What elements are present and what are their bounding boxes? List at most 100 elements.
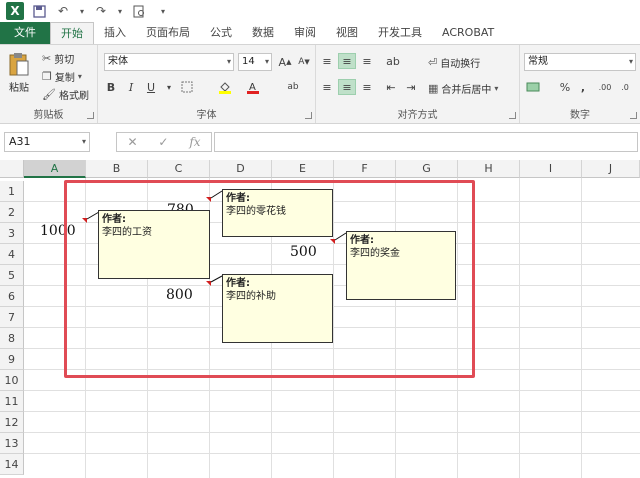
dialog-launcher-icon[interactable]: [87, 112, 94, 119]
shrink-font-button[interactable]: A ▼: [295, 54, 313, 70]
chevron-down-icon[interactable]: ▾: [160, 79, 178, 95]
tab-view[interactable]: 视图: [326, 22, 368, 44]
orientation-button[interactable]: ab: [384, 53, 402, 69]
tab-home[interactable]: 开始: [50, 22, 94, 44]
increase-decimal-button[interactable]: .00: [596, 79, 614, 95]
fill-color-button[interactable]: [216, 79, 234, 95]
row-header-10[interactable]: 10: [0, 370, 24, 391]
cancel-icon[interactable]: ✕: [127, 135, 137, 149]
number-group: 常规 ▾ % , .00 .0 数字: [520, 45, 640, 123]
comma-button[interactable]: ,: [574, 79, 592, 95]
row-header-14[interactable]: 14: [0, 454, 24, 475]
row-header-6[interactable]: 6: [0, 286, 24, 307]
undo-icon[interactable]: ↶: [54, 2, 72, 20]
excel-logo-icon: X: [6, 2, 24, 20]
grow-font-button[interactable]: A ▲: [276, 54, 294, 70]
italic-button[interactable]: I: [122, 79, 140, 95]
column-header-d[interactable]: D: [210, 160, 272, 178]
align-bottom-button[interactable]: ≡: [358, 53, 376, 69]
row-header-8[interactable]: 8: [0, 328, 24, 349]
tab-acrobat[interactable]: ACROBAT: [432, 22, 504, 44]
select-all-corner[interactable]: [0, 160, 24, 178]
align-top-button[interactable]: ≡: [318, 53, 336, 69]
currency-button[interactable]: [524, 79, 542, 95]
gridline: [24, 432, 640, 433]
column-header-a[interactable]: A: [24, 160, 86, 178]
row-header-12[interactable]: 12: [0, 412, 24, 433]
tab-file[interactable]: 文件: [0, 22, 50, 44]
alignment-group: ≡ ≡ ≡ ab ⏎ 自动换行 ≡ ≡ ≡ ⇤ ⇥ ▦ 合并后居中 ▾ 对齐方式: [316, 45, 520, 123]
dialog-launcher-icon[interactable]: [509, 112, 516, 119]
row-header-13[interactable]: 13: [0, 433, 24, 454]
redo-icon[interactable]: ↷: [92, 2, 110, 20]
highlight-rectangle: [64, 180, 475, 378]
quick-access-toolbar: X ↶ ▾ ↷ ▾ ▾: [0, 0, 640, 22]
percent-button[interactable]: %: [556, 79, 574, 95]
gridline: [581, 178, 582, 478]
tab-data[interactable]: 数据: [242, 22, 284, 44]
copy-button[interactable]: ❐ 复制 ▾: [42, 69, 82, 84]
align-middle-button[interactable]: ≡: [338, 53, 356, 69]
bold-button[interactable]: B: [102, 79, 120, 95]
row-header-11[interactable]: 11: [0, 391, 24, 412]
font-name-select[interactable]: 宋体 ▾: [104, 53, 234, 71]
wrap-text-button[interactable]: ⏎ 自动换行: [428, 55, 480, 70]
brush-icon: 🖌: [42, 88, 56, 101]
column-header-i[interactable]: I: [520, 160, 582, 178]
border-button[interactable]: [178, 79, 196, 95]
font-group: 宋体 ▾ 14 ▾ A ▲ A ▼ B I U ▾ A ab 字体: [98, 45, 316, 123]
tab-formulas[interactable]: 公式: [200, 22, 242, 44]
column-header-j[interactable]: J: [582, 160, 640, 178]
cut-label: 剪切: [54, 55, 75, 66]
column-header-g[interactable]: G: [396, 160, 458, 178]
column-header-c[interactable]: C: [148, 160, 210, 178]
row-header-4[interactable]: 4: [0, 244, 24, 265]
column-header-h[interactable]: H: [458, 160, 520, 178]
dialog-launcher-icon[interactable]: [305, 112, 312, 119]
chevron-down-icon: ▾: [226, 57, 231, 66]
tab-developer[interactable]: 开发工具: [368, 22, 432, 44]
cut-button[interactable]: ✂ 剪切: [42, 51, 74, 66]
align-left-button[interactable]: ≡: [318, 79, 336, 95]
row-header-3[interactable]: 3: [0, 223, 24, 244]
row-header-7[interactable]: 7: [0, 307, 24, 328]
row-header-9[interactable]: 9: [0, 349, 24, 370]
number-format-select[interactable]: 常规 ▾: [524, 53, 636, 71]
formula-input[interactable]: [214, 132, 638, 152]
font-size-select[interactable]: 14 ▾: [238, 53, 272, 71]
paste-button[interactable]: 粘贴: [8, 51, 30, 94]
increase-indent-button[interactable]: ⇥: [402, 79, 420, 95]
dialog-launcher-icon[interactable]: [630, 112, 637, 119]
tab-review[interactable]: 审阅: [284, 22, 326, 44]
align-right-button[interactable]: ≡: [358, 79, 376, 95]
column-header-b[interactable]: B: [86, 160, 148, 178]
save-icon[interactable]: [30, 2, 48, 20]
tab-insert[interactable]: 插入: [94, 22, 136, 44]
customize-icon[interactable]: ▾: [154, 2, 172, 20]
print-preview-icon[interactable]: [130, 2, 148, 20]
row-header-2[interactable]: 2: [0, 202, 24, 223]
tab-page-layout[interactable]: 页面布局: [136, 22, 200, 44]
phonetic-button[interactable]: ab: [284, 79, 302, 95]
insert-function-icon[interactable]: fx: [189, 135, 200, 149]
name-box[interactable]: A31 ▾: [4, 132, 90, 152]
row-header-1[interactable]: 1: [0, 181, 24, 202]
format-painter-button[interactable]: 🖌 格式刷: [42, 87, 89, 102]
decrease-decimal-button[interactable]: .0: [616, 79, 634, 95]
column-header-f[interactable]: F: [334, 160, 396, 178]
underline-button[interactable]: U: [142, 79, 160, 95]
font-name-value: 宋体: [108, 56, 128, 67]
font-size-value: 14: [242, 56, 255, 67]
row-header-5[interactable]: 5: [0, 265, 24, 286]
merge-center-button[interactable]: ▦ 合并后居中 ▾: [428, 81, 498, 96]
chevron-down-icon[interactable]: ▾: [116, 2, 124, 20]
column-header-e[interactable]: E: [272, 160, 334, 178]
border-icon: [181, 81, 193, 93]
chevron-down-icon: ▾: [264, 57, 269, 66]
chevron-down-icon[interactable]: ▾: [78, 2, 86, 20]
decrease-indent-button[interactable]: ⇤: [382, 79, 400, 95]
enter-icon[interactable]: ✓: [158, 135, 168, 149]
align-center-button[interactable]: ≡: [338, 79, 356, 95]
font-color-button[interactable]: A: [244, 79, 262, 95]
name-box-value: A31: [9, 135, 31, 148]
